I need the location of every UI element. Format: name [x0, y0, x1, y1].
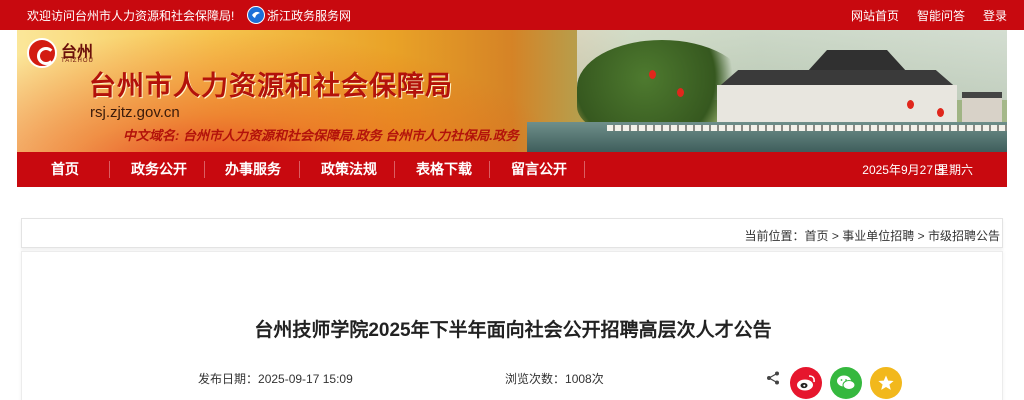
- article-panel: 台州技师学院2025年下半年面向社会公开招聘高层次人才公告 发布日期：2025-…: [21, 251, 1003, 400]
- chinese-domain: 中文域名: 台州市人力资源和社会保障局.政务 台州市人力社保局.政务: [123, 128, 519, 143]
- current-date: 2025年9月27日: [862, 163, 945, 177]
- lantern: [907, 100, 914, 109]
- site-title: 台州市人力资源和社会保障局: [89, 71, 453, 101]
- top-links: 网站首页 智能问答 登录: [833, 7, 1007, 24]
- breadcrumb-sep: >: [831, 229, 839, 243]
- nav-item-gov-affairs[interactable]: 政务公开: [121, 152, 197, 187]
- breadcrumb-city-notices[interactable]: 市级招聘公告: [928, 229, 1000, 243]
- article-title: 台州技师学院2025年下半年面向社会公开招聘高层次人才公告: [254, 320, 772, 341]
- wechat-icon: [837, 375, 856, 390]
- main-nav: 首页 政务公开 办事服务 政策法规 表格下载 留言公开 2025年9月27日 星…: [17, 152, 1007, 187]
- nav-item-services[interactable]: 办事服务: [215, 152, 291, 187]
- breadcrumb-label: 当前位置：: [744, 229, 805, 243]
- favorite-button[interactable]: [870, 367, 902, 399]
- breadcrumb-recruitment[interactable]: 事业单位招聘: [842, 229, 914, 243]
- breadcrumb: 当前位置：首页 > 事业单位招聘 > 市级招聘公告: [745, 227, 1000, 244]
- weibo-share-button[interactable]: [790, 367, 822, 399]
- nav-item-policies[interactable]: 政策法规: [311, 152, 387, 187]
- lantern: [677, 88, 684, 97]
- taizhou-logo-icon[interactable]: [27, 38, 57, 68]
- nav-item-messages[interactable]: 留言公开: [501, 152, 577, 187]
- smart-qa-link[interactable]: 智能问答: [917, 7, 965, 24]
- breadcrumb-home[interactable]: 首页: [805, 229, 829, 243]
- zjzwfw-link-label: 浙江政务服务网: [267, 8, 352, 23]
- site-domain: rsj.zjtz.gov.cn: [90, 104, 180, 121]
- share-icon[interactable]: [766, 371, 780, 385]
- favorite-star-icon: [878, 375, 894, 390]
- weibo-icon: [797, 375, 815, 391]
- publish-date: 发布日期：2025-09-17 15:09: [198, 372, 353, 386]
- wechat-share-button[interactable]: [830, 367, 862, 399]
- lantern: [937, 108, 944, 117]
- zjzwfw-logo-icon: [247, 6, 265, 24]
- home-link[interactable]: 网站首页: [851, 7, 899, 24]
- current-weekday: 星期六: [936, 163, 973, 177]
- nav-item-home[interactable]: 首页: [33, 152, 97, 187]
- zjzwfw-link[interactable]: 浙江政务服务网: [247, 5, 351, 25]
- view-count: 浏览次数：1008次: [505, 372, 604, 386]
- breadcrumb-sep: >: [917, 229, 925, 243]
- bridge-railing: [607, 125, 1007, 131]
- nav-item-forms[interactable]: 表格下载: [406, 152, 482, 187]
- login-link[interactable]: 登录: [983, 7, 1007, 24]
- site-banner: 台州 TAIZHOU 台州市人力资源和社会保障局 rsj.zjtz.gov.cn…: [17, 30, 1007, 152]
- welcome-text: 欢迎访问台州市人力资源和社会保障局!: [27, 9, 235, 23]
- breadcrumb-bar: 当前位置：首页 > 事业单位招聘 > 市级招聘公告: [21, 218, 1003, 248]
- lantern: [649, 70, 656, 79]
- top-bar: 欢迎访问台州市人力资源和社会保障局! 浙江政务服务网 网站首页 智能问答 登录: [0, 0, 1024, 30]
